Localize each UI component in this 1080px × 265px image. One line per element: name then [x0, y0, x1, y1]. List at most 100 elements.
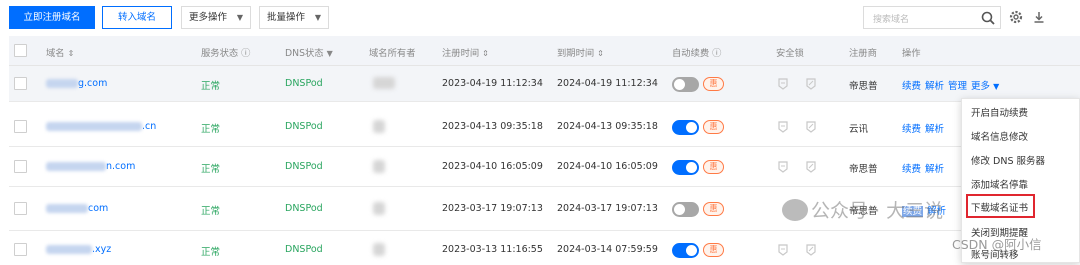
service-status: 正常: [201, 164, 221, 175]
registration-time: 2023-03-13 11:16:55: [442, 244, 543, 255]
menu-item-add-domain-parking[interactable]: 添加域名停靠: [971, 177, 1028, 191]
domain-link[interactable]: com: [46, 203, 108, 214]
table-row: g.com 正常 DNSPod 2023-04-19 11:12:34 2024…: [9, 66, 1080, 102]
manage-link[interactable]: 管理: [948, 81, 967, 92]
search-input[interactable]: 搜索域名: [863, 6, 1001, 29]
lock-icon[interactable]: [776, 160, 790, 174]
search-icon[interactable]: [980, 10, 996, 26]
table-header: 域名 ⇕ 服务状态 ⓘ DNS状态 ▼ 域名所有者 注册时间 ⇕ 到期时间 ⇕ …: [9, 36, 1080, 66]
shield-icon[interactable]: [804, 77, 818, 91]
row-checkbox[interactable]: [14, 243, 27, 256]
service-status: 正常: [201, 124, 221, 135]
expiration-time: 2024-04-19 11:12:34: [557, 78, 658, 89]
menu-item-modify-dns-server[interactable]: 修改 DNS 服务器: [971, 153, 1045, 167]
more-operations-label: 更多操作: [189, 12, 228, 23]
domain-link[interactable]: g.com: [46, 78, 107, 89]
row-checkbox[interactable]: [14, 77, 27, 90]
registrar: 帝思普: [849, 164, 878, 175]
dns-status: DNSPod: [285, 203, 323, 214]
row-checkbox[interactable]: [14, 160, 27, 173]
highlight-box: [966, 194, 1035, 218]
owner-redacted: [373, 202, 385, 215]
owner-redacted: [373, 243, 385, 256]
row-checkbox[interactable]: [14, 120, 27, 133]
discount-badge: 惠: [703, 243, 724, 257]
resolve-link[interactable]: 解析: [925, 124, 944, 135]
owner-redacted: [373, 77, 395, 89]
auto-renew-toggle[interactable]: [672, 243, 699, 258]
owner-redacted: [373, 160, 385, 173]
auto-renew-toggle[interactable]: [672, 202, 699, 217]
row-actions: 续费 解析: [902, 161, 948, 175]
download-icon[interactable]: [1031, 9, 1047, 25]
lock-icon[interactable]: [776, 243, 790, 257]
search-placeholder: 搜索域名: [873, 15, 910, 25]
column-actions: 操作: [902, 48, 921, 59]
column-dns-status[interactable]: DNS状态 ▼: [285, 45, 333, 59]
auto-renew-toggle[interactable]: [672, 77, 699, 92]
resolve-link[interactable]: 解析: [925, 81, 944, 92]
expiration-time: 2024-03-14 07:59:59: [557, 244, 658, 255]
caret-down-icon: ▼: [236, 13, 243, 22]
renew-link[interactable]: 续费: [902, 164, 921, 175]
table-row: .xyz 正常 DNSPod 2023-03-13 11:16:55 2024-…: [9, 231, 1080, 265]
auto-renew-toggle[interactable]: [672, 160, 699, 175]
auto-renew-toggle[interactable]: [672, 120, 699, 135]
lock-icon[interactable]: [776, 120, 790, 134]
expiration-time: 2024-04-13 09:35:18: [557, 121, 658, 132]
dns-status: DNSPod: [285, 161, 323, 172]
batch-operations-dropdown[interactable]: 批量操作 ▼: [259, 6, 329, 29]
toolbar: 立即注册域名 转入域名 更多操作 ▼ 批量操作 ▼ 搜索域名: [0, 0, 1080, 40]
discount-badge: 惠: [703, 202, 724, 216]
more-operations-dropdown[interactable]: 更多操作 ▼: [181, 6, 251, 29]
dns-status: DNSPod: [285, 244, 323, 255]
dns-status: DNSPod: [285, 121, 323, 132]
column-domain[interactable]: 域名 ⇕: [46, 45, 74, 59]
info-icon: ⓘ: [241, 48, 251, 59]
filter-icon: ▼: [326, 49, 333, 58]
select-all-checkbox[interactable]: [14, 44, 27, 57]
caret-down-icon: ▼: [314, 13, 321, 22]
registrar: 云讯: [849, 124, 869, 135]
service-status: 正常: [201, 247, 221, 258]
registration-time: 2023-04-10 16:05:09: [442, 161, 543, 172]
table-row: .cn 正常 DNSPod 2023-04-13 09:35:18 2024-0…: [9, 107, 1080, 147]
column-owner: 域名所有者: [369, 48, 416, 59]
more-link[interactable]: 更多 ▼: [971, 81, 999, 92]
registration-time: 2023-03-17 19:07:13: [442, 203, 543, 214]
menu-item-enable-auto-renew[interactable]: 开启自动续费: [971, 105, 1028, 119]
domain-link[interactable]: .xyz: [46, 244, 111, 255]
discount-badge: 惠: [703, 77, 724, 91]
wechat-icon: [782, 198, 808, 221]
expiration-time: 2024-04-10 16:05:09: [557, 161, 658, 172]
register-domain-button[interactable]: 立即注册域名: [9, 6, 95, 29]
domain-link[interactable]: n.com: [46, 161, 135, 172]
shield-icon[interactable]: [804, 243, 818, 257]
column-expiration-time[interactable]: 到期时间 ⇕: [557, 45, 604, 59]
gear-icon[interactable]: [1008, 9, 1024, 25]
column-registrar: 注册商: [849, 48, 877, 59]
csdn-watermark: CSDN @阿小信: [952, 237, 1042, 252]
column-security-lock: 安全锁: [776, 48, 804, 59]
shield-icon[interactable]: [804, 120, 818, 134]
owner-redacted: [373, 120, 385, 133]
row-actions: 续费 解析: [902, 121, 948, 135]
renew-link[interactable]: 续费: [902, 124, 921, 135]
row-actions: 续费 解析 管理 更多 ▼: [902, 78, 1003, 92]
resolve-link[interactable]: 解析: [925, 164, 944, 175]
service-status: 正常: [201, 206, 221, 217]
service-status: 正常: [201, 81, 221, 92]
row-checkbox[interactable]: [14, 202, 27, 215]
column-auto-renew: 自动续费 ⓘ: [672, 48, 722, 59]
menu-item-modify-domain-info[interactable]: 域名信息修改: [971, 129, 1028, 143]
shield-icon[interactable]: [804, 160, 818, 174]
batch-operations-label: 批量操作: [267, 12, 306, 23]
column-registration-time[interactable]: 注册时间 ⇕: [442, 45, 489, 59]
info-icon: ⓘ: [712, 48, 722, 59]
dns-status: DNSPod: [285, 78, 323, 89]
lock-icon[interactable]: [776, 77, 790, 91]
column-service-status: 服务状态 ⓘ: [201, 48, 251, 59]
renew-link[interactable]: 续费: [902, 81, 921, 92]
transfer-domain-button[interactable]: 转入域名: [102, 6, 172, 29]
domain-link[interactable]: .cn: [46, 121, 156, 132]
